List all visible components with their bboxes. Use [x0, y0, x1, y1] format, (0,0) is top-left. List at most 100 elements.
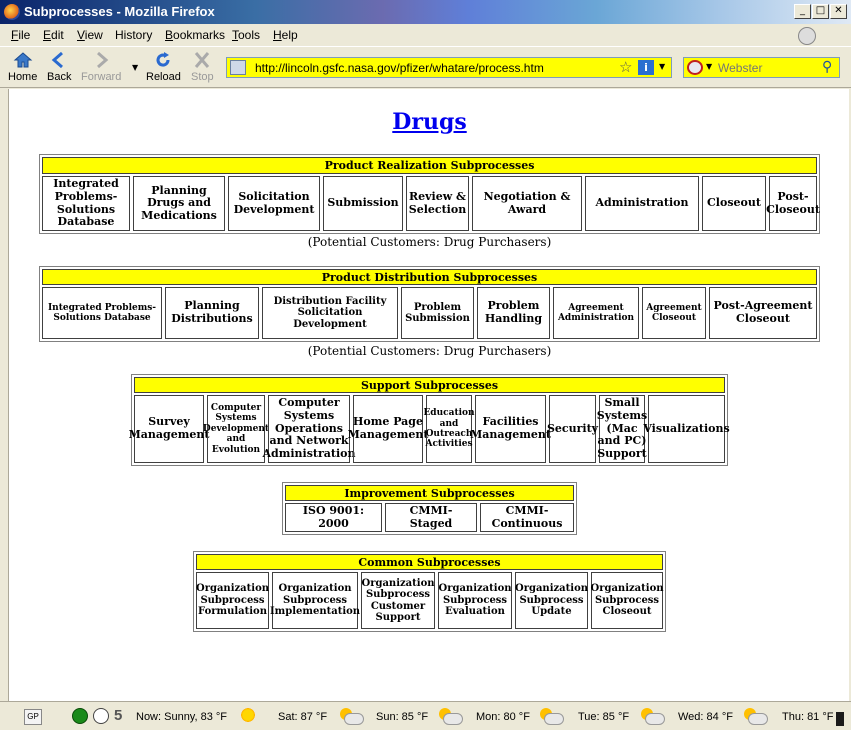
- cell-org-customer-support: Organization Subprocess Customer Support: [361, 572, 435, 629]
- back-button[interactable]: Back: [47, 51, 71, 83]
- section-header: Product Distribution Subprocesses: [42, 269, 817, 285]
- cell-home-page-management: Home Page Management: [348, 395, 428, 463]
- partly-cloudy-icon: [639, 708, 665, 725]
- window-title: Subprocesses - Mozilla Firefox: [24, 4, 215, 19]
- menu-view[interactable]: View: [77, 28, 103, 42]
- cell-planning-distributions: Planning Distributions: [165, 287, 259, 339]
- page-title-link[interactable]: Drugs: [9, 109, 849, 135]
- weather-sat[interactable]: Sat: 87 °F: [278, 711, 327, 723]
- sun-icon: [240, 707, 256, 723]
- cell-org-update: Organization Subprocess Update: [515, 572, 588, 629]
- cell-administration: Administration: [585, 176, 699, 231]
- menu-edit[interactable]: Edit: [43, 28, 64, 42]
- cell-post-agreement-closeout: Post-Agreement Closeout: [709, 287, 817, 339]
- cell-survey-management: Survey Management: [129, 395, 209, 463]
- weather-tue[interactable]: Tue: 85 °F: [578, 711, 629, 723]
- cell-problem-submission: Problem Submission: [401, 287, 474, 339]
- improvement-section: Improvement Subprocesses ISO 9001: 2000 …: [282, 482, 577, 535]
- count-badge[interactable]: 5: [114, 707, 122, 724]
- bookmark-star-icon[interactable]: ☆: [619, 58, 632, 76]
- cell-cmmi-continuous: CMMI- Continuous: [480, 503, 574, 532]
- cell-security: Security: [547, 395, 598, 463]
- menu-help[interactable]: Help: [273, 28, 298, 42]
- partly-cloudy-icon: [338, 708, 364, 725]
- weather-thu[interactable]: Thu: 81 °F: [782, 711, 833, 723]
- cell-agreement-administration: Agreement Administration: [553, 287, 639, 339]
- forward-history-dropdown-icon[interactable]: ▼: [132, 63, 138, 72]
- cell-distribution-facility: Distribution Facility Solicitation Devel…: [262, 287, 398, 339]
- cell-negotiation-award: Negotiation & Award: [472, 176, 582, 231]
- common-section: Common Subprocesses Organization Subproc…: [193, 551, 666, 632]
- search-go-icon[interactable]: ⚲: [822, 59, 832, 75]
- cell-computer-systems-development: Computer Systems Development and Evoluti…: [203, 395, 269, 463]
- cell-small-systems-support: Small Systems (Mac and PC) Support: [597, 395, 647, 463]
- minimize-button[interactable]: _: [794, 4, 811, 19]
- firefox-icon: [4, 4, 20, 20]
- support-section: Support Subprocesses Survey Management C…: [129, 374, 730, 466]
- cell-planning-drugs: Planning Drugs and Medications: [133, 176, 225, 231]
- close-button[interactable]: ✕: [830, 4, 847, 19]
- home-icon: [13, 52, 33, 68]
- url-history-dropdown-icon[interactable]: ▼: [659, 62, 665, 71]
- cell-closeout: Closeout: [702, 176, 766, 231]
- menu-history[interactable]: History: [115, 28, 152, 42]
- cell-post-closeout: Post-Closeout: [766, 176, 820, 231]
- page-info-icon[interactable]: i: [638, 60, 654, 75]
- clock-icon[interactable]: [93, 708, 109, 724]
- throbber-icon: [798, 27, 816, 45]
- cell-visualizations: Visualizations: [643, 395, 730, 463]
- url-bar[interactable]: http://lincoln.gsfc.nasa.gov/pfizer/what…: [226, 57, 672, 78]
- search-engine-dropdown-icon[interactable]: ▼: [706, 62, 712, 71]
- potential-customers-note: (Potential Customers: Drug Purchasers): [307, 235, 552, 249]
- partly-cloudy-icon: [538, 708, 564, 725]
- cell-org-evaluation: Organization Subprocess Evaluation: [438, 572, 512, 629]
- menu-file[interactable]: File: [11, 28, 30, 42]
- status-green-icon[interactable]: [72, 708, 88, 724]
- cell-computer-systems-operations: Computer Systems Operations and Network …: [263, 395, 356, 463]
- section-header: Support Subprocesses: [134, 377, 725, 393]
- forward-arrow-icon: [97, 51, 109, 69]
- weather-wed[interactable]: Wed: 84 °F: [678, 711, 733, 723]
- menu-bar: File Edit View History Bookmarks Tools H…: [0, 24, 851, 46]
- cell-org-formulation: Organization Subprocess Formulation: [196, 572, 269, 629]
- section-header: Improvement Subprocesses: [285, 485, 574, 501]
- menu-tools[interactable]: Tools: [232, 28, 260, 42]
- url-text[interactable]: http://lincoln.gsfc.nasa.gov/pfizer/what…: [255, 61, 544, 75]
- section-header: Product Realization Subprocesses: [42, 157, 817, 174]
- page-content: Drugs Product Realization Subprocesses I…: [8, 89, 849, 701]
- stop-icon: [195, 52, 210, 68]
- cell-problem-handling: Problem Handling: [477, 287, 550, 339]
- gp-badge[interactable]: GP: [24, 709, 42, 725]
- search-input[interactable]: [718, 60, 818, 75]
- cell-education-outreach: Education and Outreach Activities: [423, 395, 475, 463]
- stop-button[interactable]: Stop: [191, 51, 214, 83]
- partly-cloudy-icon: [437, 708, 463, 725]
- reload-button[interactable]: Reload: [146, 51, 181, 83]
- title-bar: Subprocesses - Mozilla Firefox _ □ ✕: [0, 0, 851, 24]
- maximize-button[interactable]: □: [812, 4, 829, 19]
- search-box[interactable]: ▼ ⚲: [683, 57, 840, 78]
- cell-submission: Submission: [323, 176, 403, 231]
- menu-bookmarks[interactable]: Bookmarks: [165, 28, 225, 42]
- cell-review-selection: Review & Selection: [406, 176, 469, 231]
- cell-org-implementation: Organization Subprocess Implementation: [270, 572, 360, 629]
- product-realization-section: Product Realization Subprocesses Integra…: [39, 154, 820, 234]
- weather-mon[interactable]: Mon: 80 °F: [476, 711, 530, 723]
- cell-facilities-management: Facilities Management: [470, 395, 551, 463]
- cell-org-closeout: Organization Subprocess Closeout: [590, 572, 664, 629]
- cell-cmmi-staged: CMMI- Staged: [385, 503, 477, 532]
- forward-button[interactable]: Forward: [81, 51, 121, 83]
- back-arrow-icon: [51, 51, 64, 69]
- reload-icon: [156, 52, 170, 67]
- cell-integrated-problems: Integrated Problems-Solutions Database: [42, 287, 162, 339]
- product-distribution-section: Product Distribution Subprocesses Integr…: [39, 266, 820, 342]
- weather-now[interactable]: Now: Sunny, 83 °F: [136, 711, 227, 723]
- cell-iso-9001: ISO 9001: 2000: [285, 503, 382, 532]
- status-bar: GP 5 Now: Sunny, 83 °F Sat: 87 °F Sun: 8…: [0, 701, 851, 730]
- weather-sun[interactable]: Sun: 85 °F: [376, 711, 428, 723]
- navigation-toolbar: Home Back Forward ▼ Reload Stop http://l…: [0, 46, 851, 88]
- browser-window: Subprocesses - Mozilla Firefox _ □ ✕ Fil…: [0, 0, 851, 730]
- home-button[interactable]: Home: [8, 51, 37, 83]
- resize-grip[interactable]: [836, 712, 844, 726]
- search-engine-icon[interactable]: [687, 60, 703, 75]
